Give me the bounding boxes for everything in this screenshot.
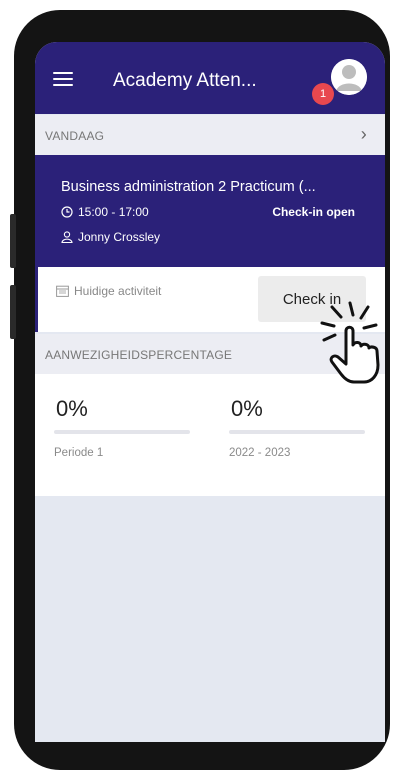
app-bar: Academy Atten... 1 (35, 42, 385, 114)
stat-label: 2022 - 2023 (229, 447, 291, 459)
stat-label: Periode 1 (54, 447, 104, 459)
today-header-label: VANDAAG (45, 129, 105, 143)
activity-card[interactable]: Business administration 2 Practicum (...… (35, 155, 385, 267)
app-title: Academy Atten... (113, 70, 257, 91)
activity-teacher: Jonny Crossley (61, 230, 160, 244)
phone-side-button (10, 285, 16, 339)
activity-time-text: 15:00 - 17:00 (78, 205, 149, 219)
menu-icon[interactable] (53, 72, 73, 86)
phone-side-button (10, 214, 16, 268)
checkin-status: Check-in open (272, 205, 355, 219)
today-header[interactable]: VANDAAG › (35, 115, 385, 155)
activity-time: 15:00 - 17:00 (61, 205, 149, 219)
stat-progress-bar (229, 430, 365, 434)
stat-year: 0% 2022 - 2023 (229, 396, 365, 459)
stat-period: 0% Periode 1 (54, 396, 190, 459)
stat-percent: 0% (231, 396, 263, 421)
pointer-hand-icon (320, 301, 380, 384)
attendance-header-label: AANWEZIGHEIDSPERCENTAGE (45, 348, 233, 362)
clock-icon (61, 206, 73, 218)
current-activity: Huidige activiteit (56, 284, 161, 298)
attendance-stats: 0% Periode 1 0% 2022 - 2023 (35, 374, 385, 496)
person-icon (61, 231, 73, 243)
teacher-name: Jonny Crossley (78, 230, 161, 244)
app-screen: Academy Atten... 1 VANDAAG › Business ad… (35, 42, 385, 742)
calendar-icon (56, 285, 69, 297)
stat-progress-bar (54, 430, 190, 434)
stat-percent: 0% (56, 396, 88, 421)
current-activity-label: Huidige activiteit (74, 284, 162, 298)
course-title: Business administration 2 Practicum (... (61, 179, 316, 195)
chevron-right-icon: › (360, 124, 367, 144)
avatar-icon[interactable] (331, 59, 367, 95)
notification-badge: 1 (312, 83, 334, 105)
